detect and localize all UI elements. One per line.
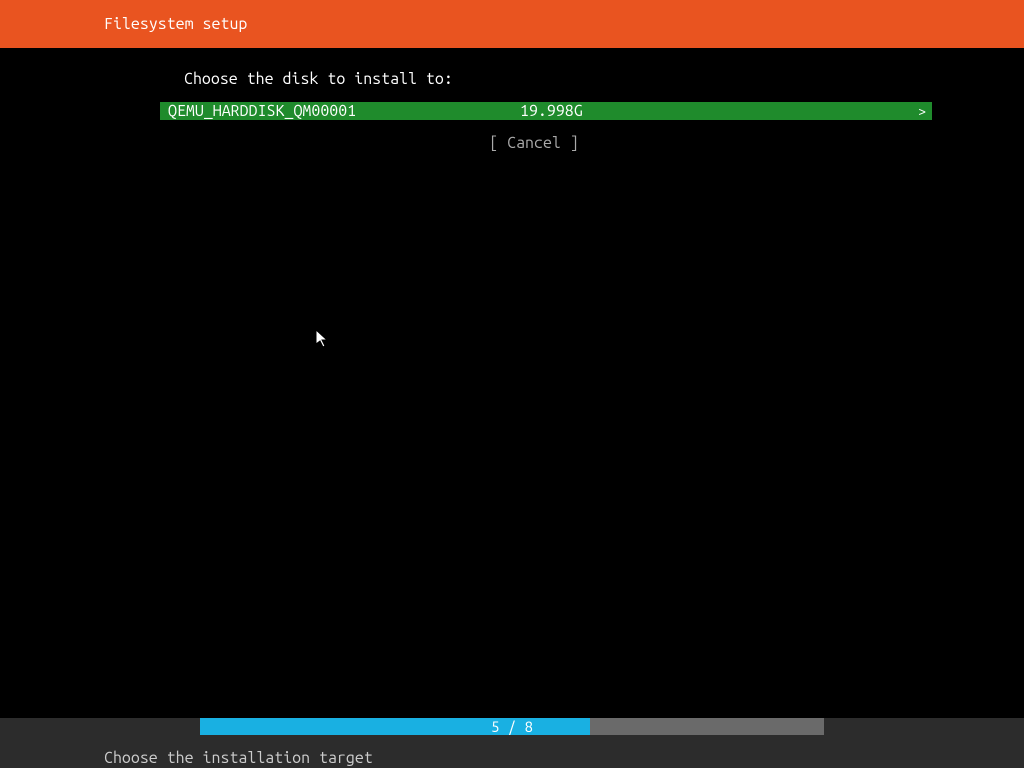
footer: 5 / 8 Choose the installation target — [0, 718, 1024, 768]
cancel-label: [ Cancel ] — [489, 134, 579, 152]
progress-row: 5 / 8 — [0, 718, 1024, 735]
mouse-cursor-icon — [316, 330, 332, 350]
progress-text: 5 / 8 — [200, 718, 824, 735]
cancel-button[interactable]: [ Cancel ] — [160, 134, 908, 152]
disk-name: QEMU_HARDDISK_QM00001 — [168, 102, 356, 120]
progress-spacer — [0, 718, 200, 735]
progress-bar: 5 / 8 — [200, 718, 824, 735]
status-text: Choose the installation target — [104, 749, 373, 767]
page-title: Filesystem setup — [104, 15, 247, 33]
disk-size: 19.998G — [520, 102, 583, 120]
main-content: Choose the disk to install to: QEMU_HARD… — [0, 48, 1024, 152]
status-bar: Choose the installation target — [0, 735, 1024, 768]
disk-option[interactable]: QEMU_HARDDISK_QM00001 19.998G > — [160, 102, 932, 120]
progress-spacer — [824, 718, 1024, 735]
header-bar: Filesystem setup — [0, 0, 1024, 48]
prompt-text: Choose the disk to install to: — [184, 70, 934, 88]
chevron-right-icon: > — [918, 103, 926, 119]
